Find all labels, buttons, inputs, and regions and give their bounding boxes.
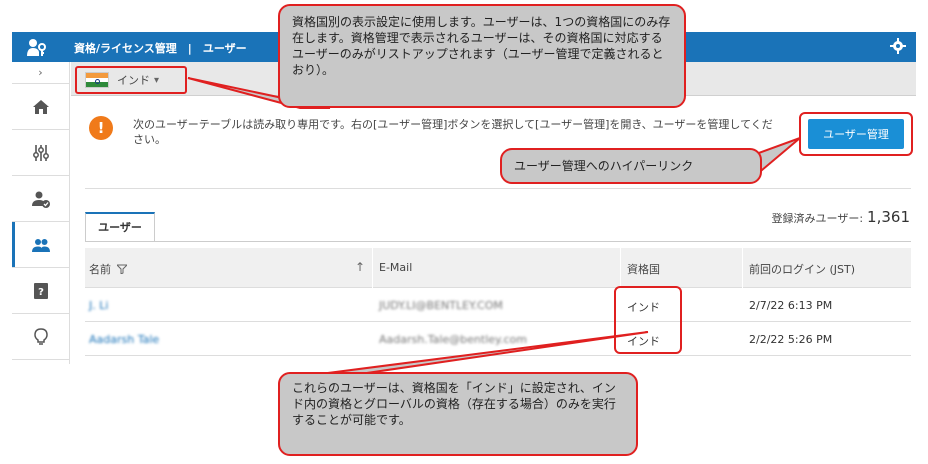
tab-underline [85, 241, 911, 242]
user-name-link[interactable]: J. Li [89, 299, 108, 312]
table-row[interactable]: J. Li JUDY.LI@BENTLEY.COM インド 2/7/22 6:1… [85, 288, 911, 322]
sidebar: › ? [12, 62, 70, 364]
gear-icon[interactable] [890, 38, 906, 54]
svg-text:?: ? [38, 287, 44, 298]
country-cells-highlight [614, 286, 682, 354]
user-management-highlight: ユーザー管理 [799, 112, 913, 156]
filter-icon[interactable] [117, 264, 127, 274]
user-name-link[interactable]: Aadarsh Tale [89, 333, 159, 346]
lightbulb-icon [33, 327, 48, 345]
sidebar-item-settings[interactable] [12, 130, 69, 176]
registered-users: 登録済みユーザー: 1,361 [772, 208, 910, 226]
user-last-login: 2/7/22 6:13 PM [749, 299, 833, 312]
help-book-icon: ? [33, 282, 48, 299]
expand-sidebar-button[interactable]: › [12, 62, 69, 84]
notice-text: 次のユーザーテーブルは読み取り専用です。右の[ユーザー管理]ボタンを選択して[ユ… [133, 118, 773, 146]
sidebar-item-user-approval[interactable] [12, 176, 69, 222]
table-row[interactable]: Aadarsh Tale Aadarsh.Tale@bentley.com イン… [85, 322, 911, 356]
column-header-last-login[interactable]: 前回のログイン (JST) [749, 261, 855, 277]
user-email: Aadarsh.Tale@bentley.com [379, 333, 527, 346]
registered-users-count: 1,361 [867, 208, 910, 226]
user-last-login: 2/2/22 5:26 PM [749, 333, 833, 346]
country-selector[interactable]: インド ▾ [75, 66, 187, 94]
sidebar-item-help[interactable]: ? [12, 268, 69, 314]
sort-ascending-icon[interactable]: ↑ [355, 260, 365, 274]
callout-country-setting: 資格国別の表示設定に使用します。ユーザーは、1つの資格国にのみ存在します。資格管… [278, 4, 686, 108]
users-icon [31, 238, 50, 252]
user-check-icon [31, 191, 50, 208]
warning-icon: ! [89, 116, 113, 140]
column-header-country[interactable]: 資格国 [627, 261, 660, 277]
sliders-icon [32, 144, 49, 161]
sidebar-item-users[interactable] [12, 222, 69, 268]
user-email: JUDY.LI@BENTLEY.COM [379, 299, 503, 312]
tab-users[interactable]: ユーザー [85, 212, 155, 242]
sidebar-item-tips[interactable] [12, 314, 69, 360]
callout-hyperlink: ユーザー管理へのハイパーリンク [500, 148, 762, 184]
table-header: 名前 ↑ E-Mail 資格国 前回のログイン (JST) [85, 248, 911, 288]
divider [85, 188, 911, 189]
registered-users-label: 登録済みユーザー: [771, 212, 864, 225]
column-header-name[interactable]: 名前 [89, 261, 127, 277]
column-header-email[interactable]: E-Mail [379, 261, 412, 274]
country-name: インド [117, 74, 150, 87]
main-content: ! 次のユーザーテーブルは読み取り専用です。右の[ユーザー管理]ボタンを選択して… [71, 96, 916, 364]
home-icon [32, 99, 49, 114]
key-person-icon [27, 39, 46, 56]
sidebar-item-home[interactable] [12, 84, 69, 130]
india-flag-icon [85, 72, 109, 88]
user-management-button[interactable]: ユーザー管理 [808, 119, 904, 149]
callout-users-note: これらのユーザーは、資格国を「インド」に設定され、インド内の資格とグローバルの資… [278, 372, 638, 456]
page-title: 資格/ライセンス管理 | ユーザー [74, 42, 247, 55]
chevron-down-icon: ▾ [154, 74, 160, 86]
